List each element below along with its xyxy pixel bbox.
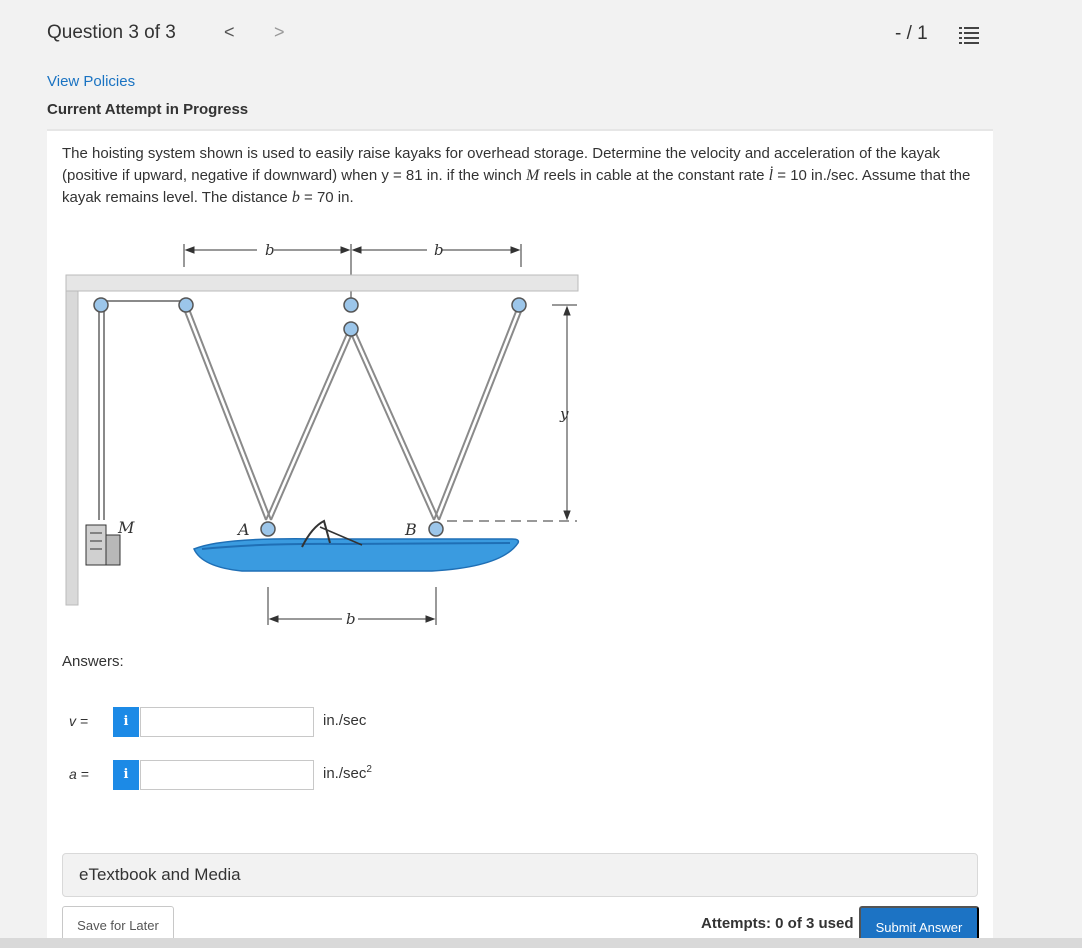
question-list-icon[interactable] bbox=[959, 26, 979, 44]
etextbook-media-panel[interactable]: eTextbook and Media bbox=[62, 853, 978, 897]
point-a-label: A bbox=[236, 520, 250, 539]
velocity-unit: in./sec bbox=[323, 712, 367, 729]
winch bbox=[85, 524, 121, 566]
winch-label: M bbox=[117, 518, 135, 537]
y-dimension bbox=[447, 304, 577, 522]
acceleration-unit: in./sec2 bbox=[323, 764, 372, 782]
hoist-diagram: b b y M A B b bbox=[65, 241, 579, 628]
question-panel: View Policies Current Attempt in Progres… bbox=[47, 70, 993, 948]
attempts-counter: Attempts: 0 of 3 used bbox=[701, 915, 854, 932]
score: - / 1 bbox=[895, 23, 928, 44]
acceleration-input[interactable] bbox=[140, 760, 314, 790]
attempt-status: Current Attempt in Progress bbox=[47, 101, 249, 118]
bottom-scrollbar[interactable] bbox=[0, 938, 1082, 948]
a-info-button[interactable]: i bbox=[113, 760, 139, 790]
previous-question-button[interactable]: < bbox=[224, 22, 235, 43]
velocity-input[interactable] bbox=[140, 707, 314, 737]
next-question-button[interactable]: > bbox=[274, 22, 285, 43]
problem-statement: The hoisting system shown is used to eas… bbox=[62, 145, 971, 206]
top-bar: Question 3 of 3 < > - / 1 bbox=[0, 0, 1082, 70]
header-divider bbox=[47, 129, 993, 131]
etextbook-media-label: eTextbook and Media bbox=[79, 865, 241, 884]
question-title: Question 3 of 3 bbox=[47, 22, 176, 43]
cables bbox=[98, 300, 523, 521]
answers-heading: Answers: bbox=[62, 653, 124, 670]
policies-header: View Policies Current Attempt in Progres… bbox=[47, 70, 993, 131]
dimension-b-label-1: b bbox=[265, 241, 275, 259]
v-label: v = bbox=[69, 713, 89, 729]
view-policies-link[interactable]: View Policies bbox=[47, 73, 135, 90]
a-label: a = bbox=[69, 766, 89, 782]
dimension-b-label-3: b bbox=[346, 610, 356, 628]
wall bbox=[65, 274, 79, 606]
v-info-button[interactable]: i bbox=[113, 707, 139, 737]
y-label: y bbox=[559, 405, 569, 423]
point-b-label: B bbox=[404, 520, 417, 539]
ceiling-beam bbox=[65, 274, 579, 292]
dimension-b-label-2: b bbox=[434, 241, 444, 259]
